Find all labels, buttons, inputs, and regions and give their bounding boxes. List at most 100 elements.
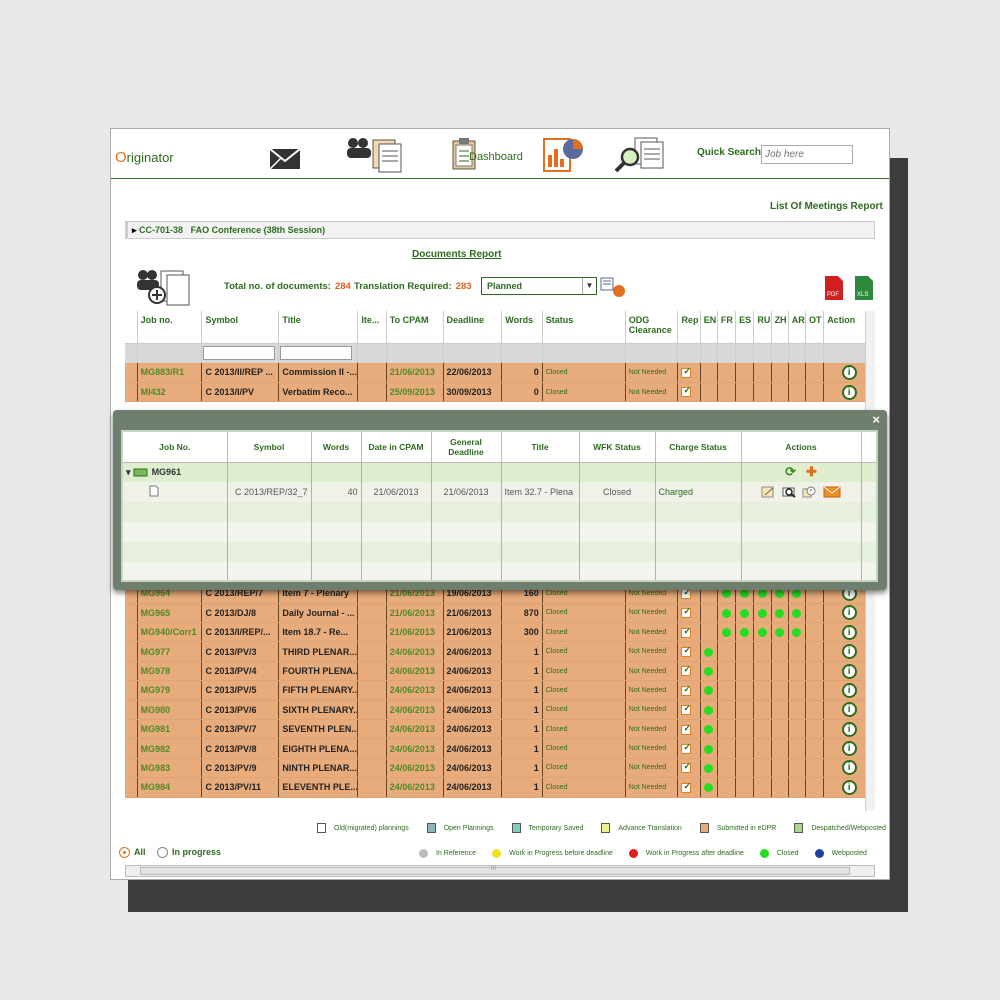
popup-column-header[interactable]: Actions — [741, 432, 862, 463]
horizontal-scroll-thumb[interactable]: III — [140, 866, 850, 875]
rep-checkbox[interactable] — [681, 761, 692, 774]
collapse-arrow-icon[interactable]: ▾ — [126, 467, 131, 477]
table-row[interactable]: MG982 C 2013/PV/8 EIGHTH PLENA... 24/06/201… — [125, 738, 875, 759]
popup-detail-row[interactable]: C 2013/REP/32_7 40 21/06/2013 21/06/2013… — [123, 482, 876, 502]
add-icon[interactable]: ✚ — [806, 464, 817, 479]
column-header[interactable]: Ite... — [357, 311, 387, 344]
edit-icon[interactable] — [761, 486, 775, 498]
info-icon[interactable]: i — [841, 663, 857, 679]
table-row[interactable]: MG978 C 2013/PV/4 FOURTH PLENA... 24/06/201… — [125, 661, 875, 682]
table-row[interactable]: MG965 C 2013/DJ/8 Daily Journal - ... 21/06… — [125, 603, 875, 624]
popup-column-header[interactable]: Symbol — [227, 432, 312, 463]
symbol-filter-input[interactable] — [203, 346, 276, 361]
table-row[interactable]: MG883/R1 C 2013/II/REP ... Commission II -… — [125, 363, 875, 383]
expand-arrow-icon[interactable]: ▸ — [132, 225, 137, 235]
popup-column-header[interactable]: WFK Status — [579, 432, 656, 463]
dashboard-label[interactable]: Dashboard — [469, 151, 523, 163]
rep-checkbox[interactable] — [681, 742, 692, 754]
table-row[interactable]: MG980 C 2013/PV/6 SIXTH PLENARY... 24/06/20… — [125, 700, 875, 721]
rep-checkbox[interactable] — [681, 684, 692, 696]
quick-search-input[interactable] — [761, 145, 853, 164]
column-header[interactable]: To CPAM — [386, 311, 444, 344]
rep-checkbox[interactable] — [681, 385, 692, 398]
list-of-meetings-link[interactable]: List Of Meetings Report — [770, 201, 883, 212]
add-planning-icon[interactable] — [135, 267, 193, 307]
closed-status-dot — [775, 608, 785, 618]
rep-checkbox[interactable] — [681, 703, 692, 716]
table-row[interactable]: MI432 C 2013/I/PV Verbatim Reco... 25/09/20… — [125, 382, 875, 403]
rep-checkbox[interactable] — [681, 587, 692, 599]
cell-symbol: C 2013/DJ/8 — [201, 603, 280, 624]
column-header[interactable]: FR — [717, 311, 737, 344]
info-icon[interactable]: i — [841, 682, 857, 698]
radio-all[interactable]: All — [119, 847, 146, 859]
mail-icon[interactable] — [269, 147, 301, 171]
meeting-bar[interactable]: ▸ CC-701-38 FAO Conference (38th Session… — [125, 221, 875, 239]
info-icon[interactable]: i — [841, 760, 857, 776]
popup-column-header[interactable]: Job No. — [123, 432, 228, 463]
rep-checkbox[interactable] — [681, 626, 692, 638]
popup-column-header[interactable]: Charge Status — [655, 432, 742, 463]
dropdown-arrow-icon[interactable]: ▼ — [582, 278, 596, 294]
popup-column-header[interactable]: Words — [311, 432, 362, 463]
info-icon[interactable]: i — [841, 644, 857, 660]
rep-checkbox[interactable] — [681, 723, 692, 735]
popup-group-row[interactable]: ▾ MG961 ⟳ ✚ — [123, 462, 876, 482]
email-icon[interactable] — [823, 486, 841, 498]
xls-export-icon[interactable]: XLS — [853, 275, 875, 301]
popup-column-header[interactable]: Date in CPAM — [361, 432, 432, 463]
column-header[interactable]: ES — [735, 311, 755, 344]
table-row[interactable]: MG981 C 2013/PV/7 SEVENTH PLEN... 24/06/201… — [125, 719, 875, 740]
horizontal-scrollbar[interactable]: III — [125, 865, 875, 877]
table-row[interactable]: MG977 C 2013/PV/3 THIRD PLENAR... 24/06/201… — [125, 641, 875, 662]
info-icon[interactable]: i — [841, 605, 857, 621]
column-header[interactable]: Words — [501, 311, 543, 344]
filter-apply-icon[interactable] — [600, 277, 628, 299]
originator-logo[interactable]: Originator — [115, 149, 174, 166]
close-icon[interactable]: × — [872, 412, 880, 427]
column-header[interactable]: OT — [805, 311, 825, 344]
column-header[interactable]: AR — [788, 311, 806, 344]
info-icon[interactable]: i — [841, 721, 857, 737]
search-documents-icon[interactable] — [613, 137, 669, 173]
search-zoom-icon[interactable] — [782, 486, 796, 498]
table-row[interactable]: MG983 C 2013/PV/9 NINTH PLENAR... 24/06/201… — [125, 758, 875, 779]
table-row[interactable]: MG979 C 2013/PV/5 FIFTH PLENARY... 24/06/20… — [125, 680, 875, 701]
table-row[interactable]: MG940/Corr1 C 2013/I/REP/... Item 18.7 - R… — [125, 622, 875, 643]
refresh-icon[interactable]: ⟳ — [785, 464, 796, 479]
table-row[interactable]: MG984 C 2013/PV/11 ELEVENTH PLE... 24/06/20… — [125, 777, 875, 798]
rep-checkbox[interactable] — [681, 664, 692, 677]
info-icon[interactable]: i — [841, 364, 857, 380]
info-icon[interactable]: i — [841, 624, 857, 640]
popup-column-header[interactable]: Title — [501, 432, 580, 463]
column-header[interactable]: Deadline — [443, 311, 503, 344]
column-header[interactable]: ODG Clearance — [625, 311, 679, 344]
info-icon[interactable]: i — [841, 384, 857, 400]
column-header[interactable]: ZH — [771, 311, 789, 344]
column-header[interactable]: RU — [753, 311, 772, 344]
column-header[interactable]: Status — [542, 311, 626, 344]
popup-column-header[interactable]: General Deadline — [431, 432, 502, 463]
rep-checkbox[interactable] — [681, 606, 692, 619]
info-icon[interactable]: i — [841, 779, 857, 795]
rep-checkbox[interactable] — [681, 781, 692, 793]
column-header[interactable]: EN — [700, 311, 718, 344]
radio-in-progress-button[interactable] — [157, 847, 168, 859]
column-header[interactable]: Job no. — [137, 311, 203, 344]
planning-filter-select[interactable]: Planned ▼ — [481, 277, 597, 295]
info-icon[interactable]: i — [841, 702, 857, 718]
history-clock-icon[interactable] — [802, 486, 816, 498]
column-header[interactable]: Title — [278, 311, 359, 344]
rep-checkbox[interactable] — [681, 366, 692, 378]
meetings-documents-icon[interactable] — [345, 135, 405, 173]
info-icon[interactable]: i — [841, 741, 857, 757]
rep-checkbox[interactable] — [681, 645, 692, 657]
column-header[interactable]: Symbol — [201, 311, 280, 344]
documents-report-link[interactable]: Documents Report — [412, 249, 501, 260]
pdf-export-icon[interactable]: PDF — [823, 275, 845, 301]
reports-chart-icon[interactable] — [543, 135, 585, 173]
radio-in-progress[interactable]: In progress — [157, 847, 221, 859]
title-filter-input[interactable] — [280, 346, 353, 361]
column-header[interactable]: Rep — [677, 311, 701, 344]
radio-all-button[interactable] — [119, 847, 130, 859]
